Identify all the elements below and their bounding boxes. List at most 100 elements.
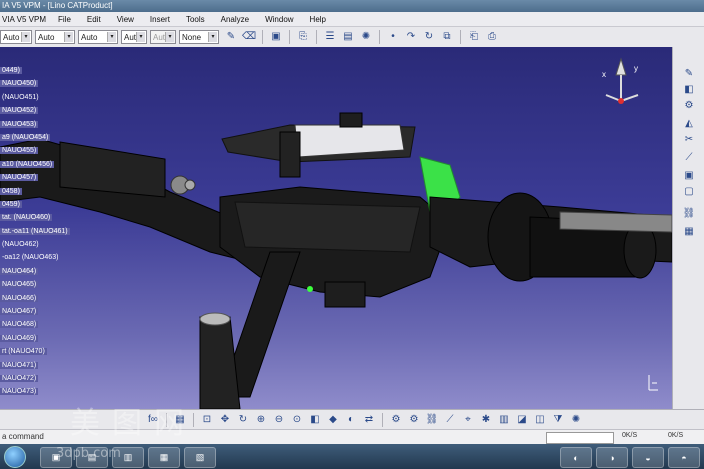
3d-viewport[interactable]: 0449) NAUO450) (NAUO451) NAUO452) NAUO453) a9…: [0, 47, 672, 409]
render-icon[interactable]: ◆: [326, 413, 340, 427]
normal-view-icon[interactable]: ⊙: [290, 413, 304, 427]
tree-node[interactable]: NAUO473): [0, 386, 80, 399]
tree-node[interactable]: (NAUO462): [0, 239, 80, 252]
axis-corner-icon: [648, 375, 658, 391]
menu-window[interactable]: Window: [257, 15, 301, 24]
style-combo-1[interactable]: Auto ▾: [0, 30, 32, 44]
chevron-down-icon[interactable]: ▾: [64, 32, 73, 42]
menu-file[interactable]: File: [50, 15, 79, 24]
tree-node[interactable]: tat. (NAUO460): [0, 212, 80, 225]
chevron-down-icon[interactable]: ▾: [208, 32, 217, 42]
tree-node[interactable]: (NAUO451): [0, 92, 80, 105]
paint-brush-icon[interactable]: ✎: [224, 30, 238, 44]
handlebar-model[interactable]: [0, 47, 672, 409]
bulb-icon[interactable]: ✺: [359, 30, 373, 44]
command-input[interactable]: [546, 432, 614, 444]
assembly-icon[interactable]: ⚙: [407, 413, 421, 427]
style-combo-3[interactable]: Auto ▾: [78, 30, 118, 44]
light-icon[interactable]: ✺: [569, 413, 583, 427]
gear-group-icon[interactable]: ⚙: [682, 99, 696, 113]
fit-all-icon[interactable]: ⊡: [200, 413, 214, 427]
chevron-down-icon[interactable]: ▾: [21, 32, 30, 42]
menu-edit[interactable]: Edit: [79, 15, 109, 24]
taskbar-tray-2[interactable]: ◑: [596, 447, 628, 468]
tree-node[interactable]: rt (NAUO470): [0, 346, 80, 359]
taskbar-tray-3[interactable]: ◒: [632, 447, 664, 468]
tree-node[interactable]: NAUO468): [0, 319, 80, 332]
cut-icon[interactable]: ✂: [682, 133, 696, 147]
clash-icon[interactable]: ✱: [479, 413, 493, 427]
frame-icon[interactable]: ▢: [682, 185, 696, 199]
curve-icon[interactable]: ↷: [404, 30, 418, 44]
tree-node[interactable]: a9 (NAUO454): [0, 132, 80, 145]
tree-node[interactable]: NAUO464): [0, 266, 80, 279]
constraint-icon[interactable]: ⛓: [425, 413, 439, 427]
tree-node[interactable]: NAUO450): [0, 78, 80, 91]
chevron-down-icon[interactable]: ▾: [136, 32, 145, 42]
measure-icon[interactable]: ⟋: [443, 413, 457, 427]
cube-icon[interactable]: ◧: [682, 83, 696, 97]
plane-icon[interactable]: ◭: [682, 117, 696, 131]
tree-node[interactable]: NAUO457): [0, 172, 80, 185]
start-button[interactable]: [4, 446, 26, 468]
tree-node[interactable]: NAUO469): [0, 333, 80, 346]
pan-icon[interactable]: ✥: [218, 413, 232, 427]
link-icon[interactable]: ⛓: [682, 207, 696, 221]
paste-icon[interactable]: ⎙: [485, 30, 499, 44]
gear-icon[interactable]: ⚙: [389, 413, 403, 427]
section-icon[interactable]: ▥: [497, 413, 511, 427]
zoom-out-icon[interactable]: ⊖: [272, 413, 286, 427]
chevron-down-icon[interactable]: ▾: [107, 32, 116, 42]
taskbar-tray-1[interactable]: ◐: [560, 447, 592, 468]
zoom-in-icon[interactable]: ⊕: [254, 413, 268, 427]
tree-node[interactable]: NAUO465): [0, 279, 80, 292]
grid-icon[interactable]: ▦: [682, 225, 696, 239]
style-combo-2[interactable]: Auto ▾: [35, 30, 75, 44]
cube-views-icon[interactable]: ◧: [308, 413, 322, 427]
tree-node[interactable]: NAUO455): [0, 145, 80, 158]
menu-view[interactable]: View: [109, 15, 142, 24]
tree-node[interactable]: NAUO467): [0, 306, 80, 319]
tree-node[interactable]: tat.-oa11 (NAUO461): [0, 226, 80, 239]
tag-icon[interactable]: ⧉: [440, 30, 454, 44]
analyze-icon[interactable]: ⌖: [461, 413, 475, 427]
menu-insert[interactable]: Insert: [142, 15, 178, 24]
layers-icon[interactable]: ▤: [341, 30, 355, 44]
taskbar-app-4[interactable]: ▦: [148, 447, 180, 468]
menu-tools[interactable]: Tools: [178, 15, 213, 24]
dot-icon[interactable]: •: [386, 30, 400, 44]
clipboard-icon[interactable]: ⎘: [296, 30, 310, 44]
tree-node[interactable]: NAUO453): [0, 119, 80, 132]
tree-node[interactable]: -oa12 (NAUO463): [0, 252, 80, 265]
align-icon[interactable]: ☰: [323, 30, 337, 44]
taskbar-app-5[interactable]: ▧: [184, 447, 216, 468]
compass-icon[interactable]: x y: [596, 55, 646, 107]
window-icon[interactable]: ▣: [682, 169, 696, 183]
rotate-icon[interactable]: ↻: [236, 413, 250, 427]
product-icon[interactable]: ◫: [533, 413, 547, 427]
chevron-down-icon[interactable]: ▾: [165, 32, 174, 42]
tree-node[interactable]: NAUO452): [0, 105, 80, 118]
tree-node[interactable]: NAUO472): [0, 373, 80, 386]
swap-space-icon[interactable]: ⇄: [362, 413, 376, 427]
tree-node[interactable]: a10 (NAUO456): [0, 159, 80, 172]
menu-help[interactable]: Help: [302, 15, 334, 24]
filter-icon[interactable]: ⧩: [551, 413, 565, 427]
eraser-icon[interactable]: ⌫: [242, 30, 256, 44]
menu-analyze[interactable]: Analyze: [213, 15, 257, 24]
hide-show-icon[interactable]: ◐: [344, 413, 358, 427]
tree-node[interactable]: 0449): [0, 65, 80, 78]
ruler-icon[interactable]: ⟋: [682, 151, 696, 165]
tree-node[interactable]: NAUO471): [0, 360, 80, 373]
style-combo-4[interactable]: Aut ▾: [121, 30, 147, 44]
pen-icon[interactable]: ✎: [682, 67, 696, 81]
refresh-icon[interactable]: ↻: [422, 30, 436, 44]
tree-node[interactable]: 0458): [0, 186, 80, 199]
part-icon[interactable]: ◪: [515, 413, 529, 427]
camera-icon[interactable]: ▣: [269, 30, 283, 44]
style-combo-6[interactable]: None ▾: [179, 30, 219, 44]
taskbar-tray-4[interactable]: ◓: [668, 447, 700, 468]
copy-icon[interactable]: ⎗: [467, 30, 481, 44]
tree-node[interactable]: 0459): [0, 199, 80, 212]
tree-node[interactable]: NAUO466): [0, 293, 80, 306]
